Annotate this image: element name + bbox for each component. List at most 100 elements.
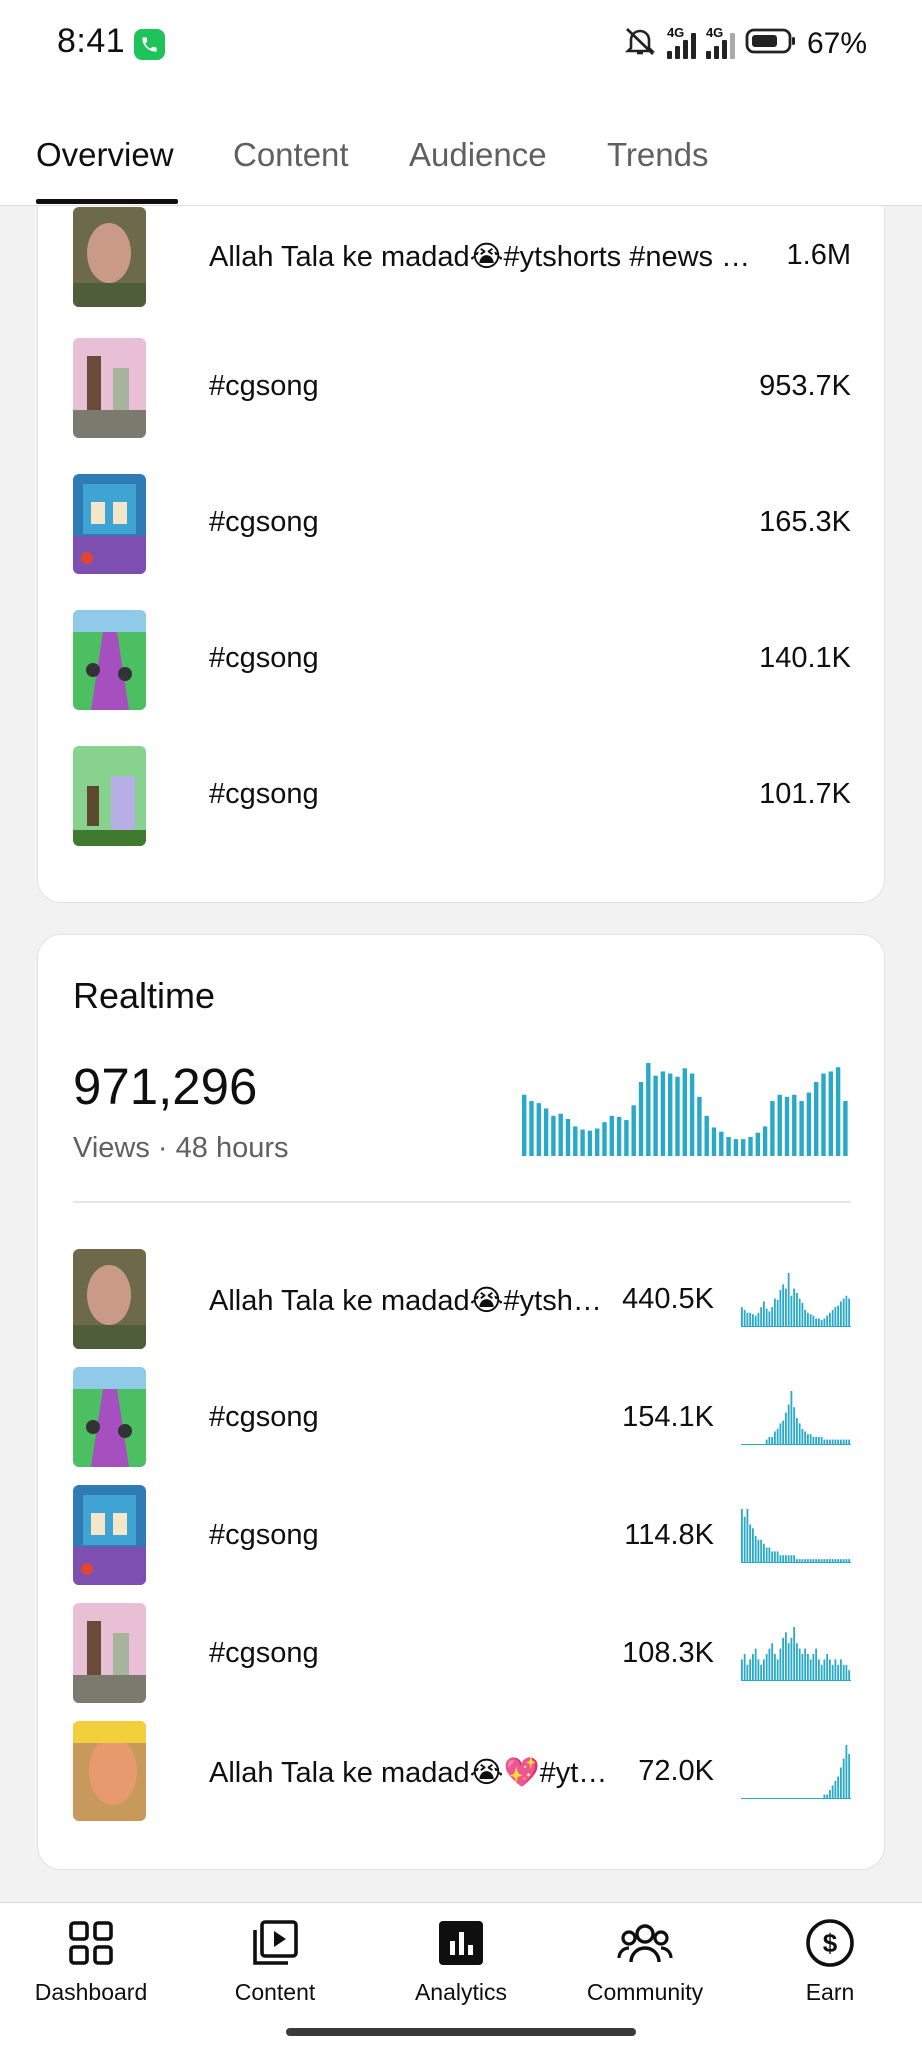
phone-call-icon (134, 29, 165, 60)
chart-bar (624, 1120, 629, 1156)
chart-bar (785, 1288, 787, 1327)
chart-bar (757, 1539, 760, 1563)
video-thumbnail (73, 1721, 146, 1821)
chart-bar (818, 1318, 820, 1327)
chart-bar (787, 1555, 790, 1563)
home-indicator[interactable] (286, 2028, 636, 2036)
chart-bar (798, 1298, 801, 1327)
chart-bar (763, 1659, 765, 1681)
chart-bar (754, 1648, 757, 1681)
chart-bar (843, 1101, 848, 1156)
chart-bar (793, 1288, 796, 1327)
video-title: #cgsong (209, 1519, 319, 1551)
chart-bar (774, 1654, 776, 1681)
chart-bar (823, 1659, 826, 1681)
chart-bar (796, 1292, 798, 1327)
chart-bar (837, 1776, 840, 1799)
video-title: #cgsong (209, 642, 319, 674)
sparkline (741, 1745, 851, 1799)
nav-community[interactable]: Community (570, 1917, 720, 2006)
realtime-subtitle: Views · 48 hours (73, 1132, 289, 1165)
chart-bar (763, 1543, 765, 1563)
nav-content[interactable]: Content (200, 1917, 350, 2006)
chart-bar (746, 1664, 749, 1681)
chart-bar (809, 1434, 812, 1445)
tab-trends[interactable]: Trends (607, 136, 708, 174)
chart-bar (558, 1113, 563, 1156)
video-views: 108.3K (622, 1637, 714, 1669)
chart-bar (793, 1407, 796, 1445)
separator-dot: · (157, 1132, 168, 1164)
chart-bar (573, 1126, 578, 1156)
chart-bar (834, 1659, 837, 1681)
chart-bar (796, 1418, 798, 1445)
chart-bar (760, 1664, 763, 1681)
realtime-list-item[interactable]: #cgsong 154.1K (73, 1367, 851, 1467)
chart-bar (776, 1659, 779, 1681)
list-item[interactable]: #cgsong 140.1K (73, 610, 851, 710)
realtime-list-item[interactable]: #cgsong 108.3K (73, 1603, 851, 1703)
chart-bar (809, 1659, 812, 1681)
chart-bar (733, 1139, 739, 1156)
chart-bar (616, 1116, 622, 1156)
nav-analytics[interactable]: Analytics (386, 1917, 536, 2006)
chart-bar (801, 1428, 804, 1445)
chart-bar (829, 1659, 831, 1681)
nav-earn[interactable]: $ Earn (755, 1917, 905, 2006)
chart-bar (771, 1307, 774, 1327)
chart-bar (752, 1528, 754, 1563)
chart-bar (793, 1627, 796, 1681)
realtime-list-item[interactable]: Allah Tala ke madad😭💖#yt… 72.0K (73, 1721, 851, 1821)
video-thumbnail (73, 207, 146, 307)
list-item[interactable]: #cgsong 953.7K (73, 338, 851, 438)
list-item[interactable]: Allah Tala ke madad😭#ytshorts #news … 1.… (73, 207, 851, 307)
chart-bar (522, 1094, 527, 1156)
chart-bar (776, 1428, 779, 1445)
video-title: #cgsong (209, 370, 319, 402)
chart-bar (726, 1136, 731, 1156)
tab-overview[interactable]: Overview (36, 136, 174, 174)
video-views: 154.1K (622, 1401, 714, 1433)
chart-bar (776, 1551, 779, 1563)
video-title: #cgsong (209, 778, 319, 810)
chart-bar (774, 1298, 776, 1327)
nav-label: Analytics (414, 1979, 508, 2005)
chart-bar (815, 1648, 818, 1681)
content-scroll[interactable]: Allah Tala ke madad😭#ytshorts #news … 1.… (0, 206, 922, 1902)
chart-bar (743, 1309, 746, 1327)
chart-bar (779, 1555, 782, 1563)
chart-bar (840, 1767, 842, 1799)
tab-audience[interactable]: Audience (409, 136, 547, 174)
chart-bar (790, 1295, 793, 1327)
chart-bar (831, 1664, 834, 1681)
sparkline (741, 1391, 851, 1445)
chart-bar (779, 1648, 782, 1681)
chart-bar (826, 1654, 829, 1681)
chart-bar (595, 1128, 600, 1156)
chart-bar (743, 1654, 746, 1681)
video-thumbnail (73, 474, 146, 574)
realtime-list-item[interactable]: #cgsong 114.8K (73, 1485, 851, 1585)
realtime-list-item[interactable]: Allah Tala ke madad😭#ytsh… 440.5K (73, 1249, 851, 1349)
chart-bar (790, 1391, 793, 1445)
chart-bar (831, 1309, 834, 1327)
chart-bar (787, 1643, 790, 1681)
bottom-navigation: Dashboard Content Analytics Community $ … (0, 1902, 922, 2050)
tab-content[interactable]: Content (233, 136, 349, 174)
chart-bar (801, 1654, 804, 1681)
video-views: 440.5K (622, 1283, 714, 1315)
chart-bar (631, 1105, 636, 1156)
list-item[interactable]: #cgsong 165.3K (73, 474, 851, 574)
battery-percent: 67% (806, 26, 867, 60)
nav-dashboard[interactable]: Dashboard (16, 1917, 166, 2006)
nav-label: Content (234, 1979, 316, 2005)
chart-bar (760, 1307, 763, 1327)
chart-bar (653, 1075, 658, 1156)
chart-bar (752, 1314, 754, 1327)
chart-bar (837, 1305, 840, 1327)
video-title: Allah Tala ke madad😭#ytsh… (209, 1285, 602, 1317)
list-item[interactable]: #cgsong 101.7K (73, 746, 851, 846)
chart-bar (804, 1648, 807, 1681)
video-views: 140.1K (759, 642, 851, 674)
chart-bar (842, 1664, 845, 1681)
